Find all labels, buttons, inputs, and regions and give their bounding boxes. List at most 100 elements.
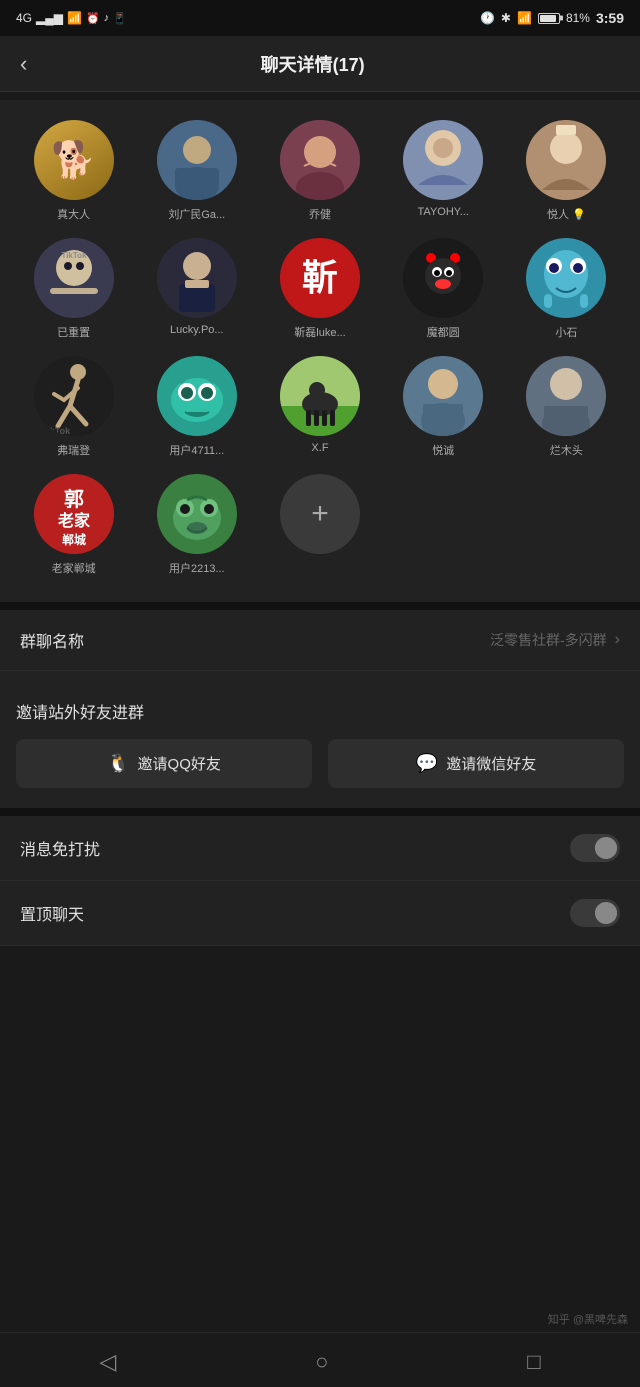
member-name: TAYOHY... xyxy=(418,206,469,218)
avatar: 郭 老家 郸城 xyxy=(34,474,114,554)
invite-section: 邀请站外好友进群 🐧 邀请QQ好友 💬 邀请微信好友 xyxy=(0,679,640,808)
member-name: 已重置 xyxy=(57,324,90,340)
alarm-icon: ⏰ xyxy=(86,12,100,25)
pin-toggle[interactable] xyxy=(570,899,620,927)
member-item[interactable]: 🐕 真大人 xyxy=(16,120,131,222)
back-nav-button[interactable]: ◁ xyxy=(79,1345,136,1379)
member-item[interactable]: 靳 靳磊luke... xyxy=(262,238,377,340)
member-name: 弗瑞登 xyxy=(57,442,90,458)
avatar xyxy=(280,356,360,436)
member-item[interactable]: 刘广民Ga... xyxy=(139,120,254,222)
member-name: X.F xyxy=(311,442,328,454)
avatar xyxy=(157,238,237,318)
avatar: TikTok xyxy=(34,356,114,436)
member-item[interactable]: TikTok 已重置 xyxy=(16,238,131,340)
svg-text:TikTok: TikTok xyxy=(61,251,87,260)
avatar xyxy=(157,474,237,554)
signal-bars: ▂▄▆ xyxy=(36,11,63,25)
avatar: 🐕 xyxy=(34,120,114,200)
member-item[interactable]: Lucky.Po... xyxy=(139,238,254,340)
avatar xyxy=(403,356,483,436)
status-bar: 4G ▂▄▆ 📶 ⏰ ♪ 📱 🕐 ✱ 📶 81% 3:59 xyxy=(0,0,640,36)
mute-row[interactable]: 消息免打扰 xyxy=(0,816,640,881)
signal-icon: 📶 xyxy=(517,11,532,25)
add-member-button[interactable]: + xyxy=(280,474,360,554)
invite-title: 邀请站外好友进群 xyxy=(16,699,624,723)
mute-label: 消息免打扰 xyxy=(20,836,570,860)
member-name: 靳磊luke... xyxy=(294,324,345,340)
pin-row[interactable]: 置顶聊天 xyxy=(0,881,640,946)
page-title: 聊天详情(17) xyxy=(43,51,582,77)
members-section: 🐕 真大人 刘广民Ga... xyxy=(0,100,640,602)
watermark: 知乎 @黑啤先森 xyxy=(548,1311,628,1327)
member-item[interactable]: 悦人 💡 xyxy=(509,120,624,222)
avatar xyxy=(157,356,237,436)
invite-wechat-label: 邀请微信好友 xyxy=(446,753,536,774)
battery-icon xyxy=(538,13,560,24)
member-name: 悦诚 xyxy=(432,442,454,458)
time-display: 3:59 xyxy=(596,10,624,26)
battery-percent: 81% xyxy=(566,11,590,25)
settings-section: 群聊名称 泛零售社群-多闪群 › 邀请站外好友进群 🐧 邀请QQ好友 💬 邀请微… xyxy=(0,610,640,946)
avatar xyxy=(526,356,606,436)
member-name: Lucky.Po... xyxy=(170,324,224,336)
status-right: 🕐 ✱ 📶 81% 3:59 xyxy=(480,10,624,26)
invite-buttons-container: 🐧 邀请QQ好友 💬 邀请微信好友 xyxy=(16,739,624,788)
member-name: 小石 xyxy=(555,324,577,340)
member-item[interactable]: 烂木头 xyxy=(509,356,624,458)
back-button[interactable]: ‹ xyxy=(20,51,27,77)
member-name: 用户2213... xyxy=(169,560,225,576)
divider xyxy=(0,602,640,610)
member-item[interactable]: 悦诚 xyxy=(386,356,501,458)
avatar xyxy=(526,238,606,318)
avatar xyxy=(280,120,360,200)
mute-toggle[interactable] xyxy=(570,834,620,862)
add-member-item[interactable]: + · xyxy=(262,474,377,576)
member-item[interactable]: TikTok 弗瑞登 xyxy=(16,356,131,458)
group-name-row[interactable]: 群聊名称 泛零售社群-多闪群 › xyxy=(0,610,640,671)
member-item[interactable]: 用户2213... xyxy=(139,474,254,576)
invite-wechat-button[interactable]: 💬 邀请微信好友 xyxy=(328,739,624,788)
invite-qq-label: 邀请QQ好友 xyxy=(138,753,221,774)
member-name: 真大人 xyxy=(57,206,90,222)
member-item[interactable]: 乔健 xyxy=(262,120,377,222)
invite-qq-button[interactable]: 🐧 邀请QQ好友 xyxy=(16,739,312,788)
avatar: 靳 xyxy=(280,238,360,318)
wechat-icon: 💬 xyxy=(416,753,438,774)
member-item[interactable]: 小石 xyxy=(509,238,624,340)
pin-label: 置顶聊天 xyxy=(20,901,570,925)
member-name: 乔健 xyxy=(309,206,331,222)
member-name: 老家郸城 xyxy=(52,560,96,576)
recents-nav-button[interactable]: □ xyxy=(507,1345,560,1379)
home-nav-button[interactable]: ○ xyxy=(295,1345,348,1379)
qq-icon: 🐧 xyxy=(107,753,129,774)
member-name: 刘广民Ga... xyxy=(168,206,225,222)
svg-text:TikTok: TikTok xyxy=(42,426,71,436)
status-left: 4G ▂▄▆ 📶 ⏰ ♪ 📱 xyxy=(16,11,127,25)
avatar xyxy=(157,120,237,200)
chevron-right-icon: › xyxy=(615,631,620,649)
member-item[interactable]: 魔都圆 xyxy=(386,238,501,340)
add-icon: + xyxy=(311,497,329,531)
tiktok-icon: ♪ xyxy=(104,12,110,24)
wifi-icon: 📶 xyxy=(67,11,82,25)
group-name-value: 泛零售社群-多闪群 xyxy=(490,630,607,650)
alarm2-icon: 🕐 xyxy=(480,11,495,25)
bottom-nav: ◁ ○ □ xyxy=(0,1332,640,1387)
svg-text:郭: 郭 xyxy=(64,487,84,511)
member-item[interactable]: 郭 老家 郸城 老家郸城 xyxy=(16,474,131,576)
member-item[interactable]: 用户4711... xyxy=(139,356,254,458)
member-name: 悦人 💡 xyxy=(547,206,586,222)
member-name: 用户4711... xyxy=(169,442,224,458)
header: ‹ 聊天详情(17) xyxy=(0,36,640,92)
signal-text: 4G xyxy=(16,11,32,25)
member-item[interactable]: X.F xyxy=(262,356,377,458)
avatar: TikTok xyxy=(34,238,114,318)
member-item[interactable]: TAYOHY... xyxy=(386,120,501,222)
svg-text:老家: 老家 xyxy=(57,511,91,530)
member-name: 魔都圆 xyxy=(427,324,460,340)
members-grid: 🐕 真大人 刘广民Ga... xyxy=(16,120,624,592)
bluetooth-icon: ✱ xyxy=(501,11,511,25)
avatar xyxy=(526,120,606,200)
app-icon: 📱 xyxy=(113,12,127,25)
